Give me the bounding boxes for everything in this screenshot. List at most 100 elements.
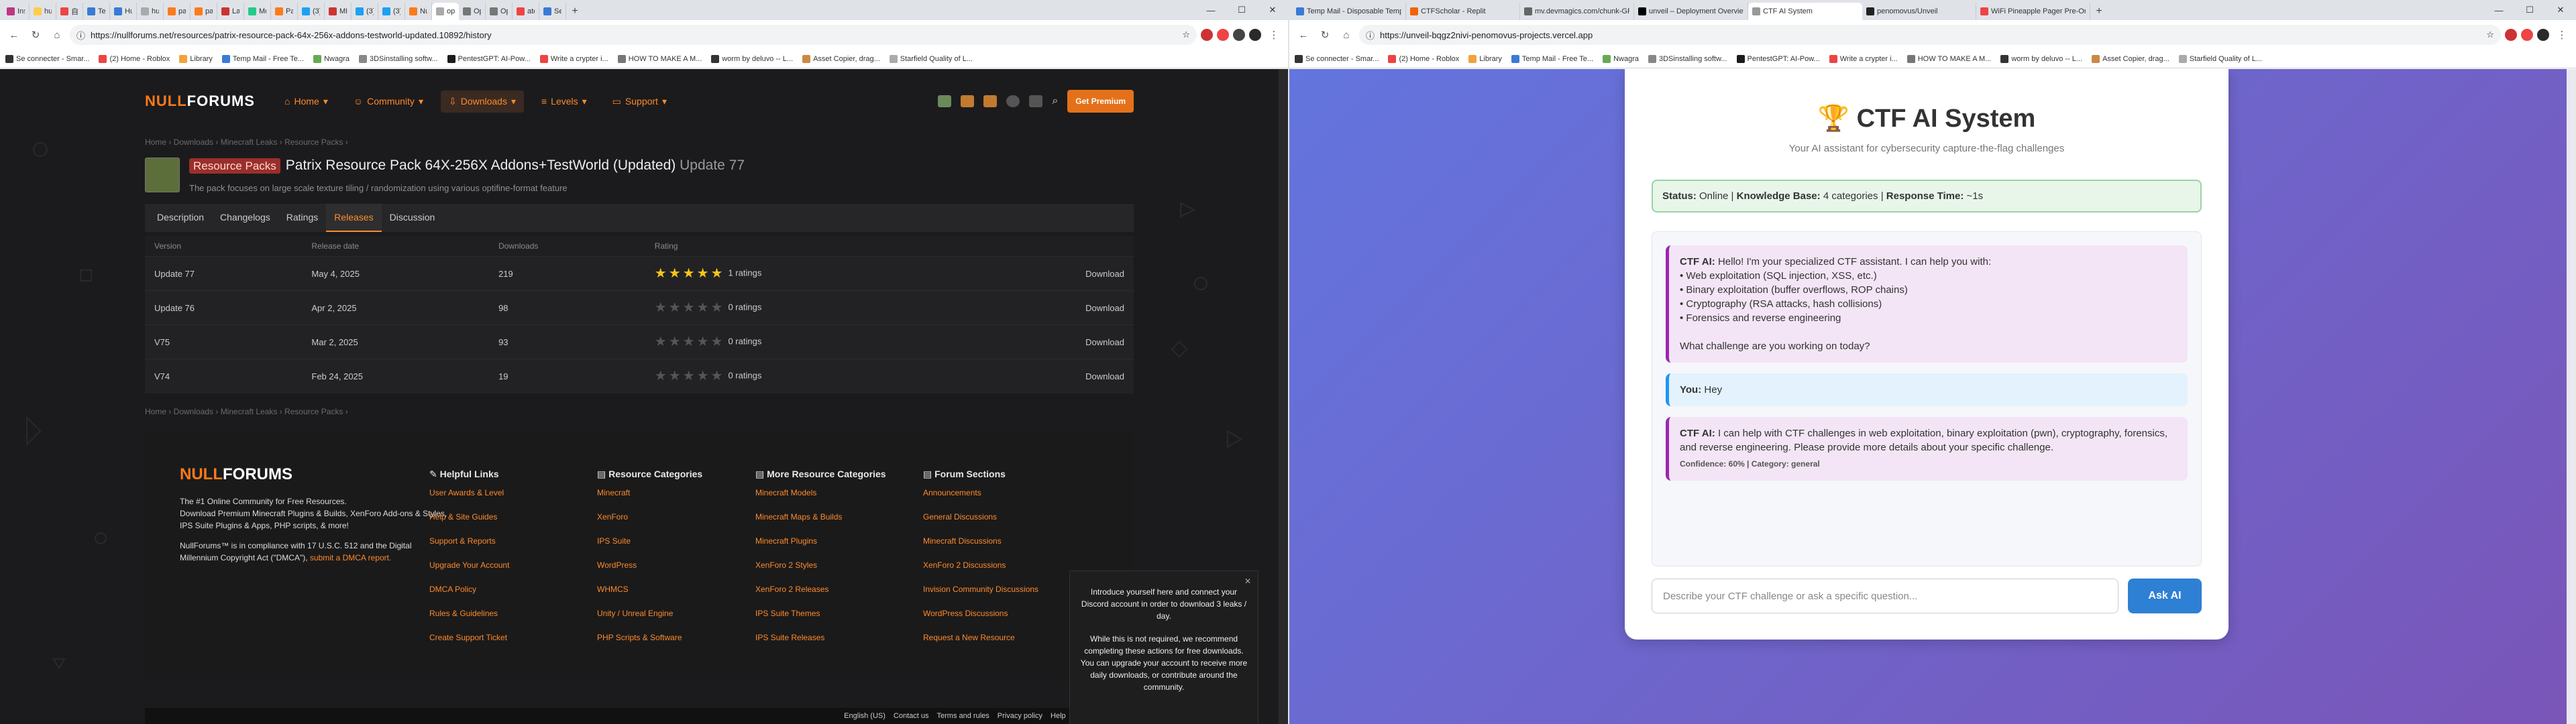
browser-tab[interactable]: hug [30, 3, 56, 20]
browser-tab[interactable]: MEI [325, 3, 352, 20]
category-badge[interactable]: Resource Packs [189, 158, 280, 174]
bookmark-item[interactable]: Write a crypter i... [539, 54, 608, 63]
inbox-icon[interactable] [961, 95, 975, 107]
bookmark-item[interactable]: Library [1468, 54, 1502, 63]
alerts-icon[interactable] [983, 95, 998, 107]
browser-tab[interactable]: mv.devmagics.com/chunk-GP4F [1520, 3, 1634, 20]
bookmark-item[interactable]: HOW TO MAKE A M... [1907, 54, 1991, 63]
menu-icon[interactable]: ⋮ [2553, 26, 2571, 44]
scrollbar[interactable] [1279, 69, 1288, 724]
tab-changelogs[interactable]: Changelogs [212, 204, 278, 232]
browser-tab[interactable]: Tem [83, 3, 110, 20]
extension-icon[interactable] [2505, 29, 2517, 41]
footer-link[interactable]: Upgrade Your Account [429, 560, 509, 570]
footer-link[interactable]: IPS Suite Themes [755, 609, 886, 618]
close-icon[interactable]: ✕ [2545, 0, 2576, 20]
footer-link[interactable]: Rules & Guidelines [429, 609, 509, 618]
bookmark-item[interactable]: Starfield Quality of L... [889, 54, 973, 63]
new-tab-icon[interactable]: + [566, 3, 584, 20]
footer-link[interactable]: User Awards & Level [429, 488, 509, 497]
nav-home[interactable]: ⌂ Home ▾ [276, 90, 336, 113]
bookmark-item[interactable]: (2) Home - Roblox [1388, 54, 1459, 63]
footer-link[interactable]: Minecraft Discussions [923, 536, 1038, 546]
dmca-link[interactable]: submit a DMCA report. [310, 553, 391, 562]
bookmark-item[interactable]: Temp Mail - Free Te... [221, 54, 304, 63]
footer-link[interactable]: DMCA Policy [429, 585, 509, 594]
tab-ratings[interactable]: Ratings [278, 204, 326, 232]
footer-link[interactable]: Minecraft [597, 488, 702, 497]
footer-link[interactable]: Create Support Ticket [429, 633, 509, 642]
browser-tab[interactable]: WiFi Pineapple Pager Pre-Order [1976, 3, 2090, 20]
footer-link[interactable]: WordPress Discussions [923, 609, 1038, 618]
get-premium-button[interactable]: Get Premium [1067, 90, 1134, 113]
nav-downloads[interactable]: ⇩ Downloads ▾ [440, 90, 524, 113]
minimize-icon[interactable]: — [2483, 0, 2514, 20]
footer-link[interactable]: Minecraft Maps & Builds [755, 512, 886, 522]
bookmark-star-icon[interactable]: ☆ [2486, 29, 2494, 40]
bookmark-item[interactable]: 3DSinstalling softw... [1648, 54, 1727, 63]
browser-tab[interactable]: unveil – Deployment Overview [1634, 3, 1748, 20]
bookmark-item[interactable]: 3DSinstalling softw... [359, 54, 438, 63]
browser-tab[interactable]: (3) f [298, 3, 325, 20]
footer-link[interactable]: PHP Scripts & Software [597, 633, 702, 642]
extension-icon[interactable] [2521, 29, 2533, 41]
footer-link[interactable]: Help [1051, 712, 1066, 720]
breadcrumb[interactable]: Home › Downloads › Minecraft Leaks › Res… [145, 133, 1134, 151]
browser-tab[interactable]: (3) F [378, 3, 405, 20]
bookmark-item[interactable]: worm by deluvo -- L... [711, 54, 793, 63]
footer-link[interactable]: WHMCS [597, 585, 702, 594]
browser-tab[interactable]: penomovus/Unveil [1862, 3, 1976, 20]
nav-levels[interactable]: ≡ Levels ▾ [533, 90, 595, 113]
footer-link[interactable]: IPS Suite [597, 536, 702, 546]
footer-link[interactable]: Request a New Resource [923, 633, 1038, 642]
profile-avatar[interactable] [2537, 29, 2549, 41]
theme-icon[interactable] [1006, 95, 1020, 107]
close-icon[interactable]: ✕ [1244, 575, 1251, 587]
footer-link[interactable]: Announcements [923, 488, 1038, 497]
minimize-icon[interactable]: — [1195, 0, 1226, 20]
discord-icon[interactable] [1029, 95, 1043, 107]
chat-log[interactable]: CTF AI: Hello! I'm your specialized CTF … [1652, 231, 2202, 566]
download-link[interactable]: Download [980, 324, 1134, 359]
question-input[interactable]: Describe your CTF challenge or ask a spe… [1652, 579, 2118, 613]
bookmark-item[interactable]: (2) Home - Roblox [99, 54, 170, 63]
back-icon[interactable]: ← [5, 26, 23, 44]
extension-icon[interactable] [1233, 29, 1245, 41]
download-link[interactable]: Download [980, 290, 1134, 325]
browser-tab[interactable]: La v [217, 3, 244, 20]
browser-tab[interactable]: Insta [3, 3, 30, 20]
footer-link[interactable]: General Discussions [923, 512, 1038, 522]
close-icon[interactable]: ✕ [1257, 0, 1288, 20]
bookmark-item[interactable]: worm by deluvo -- L... [2000, 54, 2082, 63]
footer-link[interactable]: English (US) [844, 712, 885, 720]
back-icon[interactable]: ← [1295, 26, 1312, 44]
browser-tab[interactable]: ates [513, 3, 539, 20]
extension-icon[interactable] [1217, 29, 1229, 41]
browser-tab[interactable]: Mod [244, 3, 271, 20]
reload-icon[interactable]: ↻ [1316, 26, 1334, 44]
browser-tab[interactable]: hun [137, 3, 164, 20]
footer-link[interactable]: Terms and rules [937, 712, 989, 720]
scrollbar[interactable] [2567, 69, 2576, 724]
home-icon[interactable]: ⌂ [1338, 26, 1355, 44]
browser-tab[interactable]: Opti [486, 3, 513, 20]
browser-tab[interactable]: 自然 [56, 3, 83, 20]
browser-tab[interactable]: Null [405, 3, 432, 20]
footer-link[interactable]: Minecraft Plugins [755, 536, 886, 546]
profile-avatar[interactable] [1249, 29, 1261, 41]
search-icon[interactable]: ⌕ [1052, 95, 1058, 107]
footer-link[interactable]: Help & Site Guides [429, 512, 509, 522]
bookmark-item[interactable]: PentestGPT: AI-Pow... [1736, 54, 1820, 63]
bookmark-item[interactable]: Asset Copier, drag... [802, 54, 880, 63]
bookmark-item[interactable]: Nwagra [1603, 54, 1639, 63]
menu-icon[interactable]: ⋮ [1265, 26, 1283, 44]
tab-description[interactable]: Description [149, 204, 212, 232]
browser-tab[interactable]: (3) f [352, 3, 378, 20]
browser-tab[interactable]: Temp Mail - Disposable Temporar [1292, 3, 1406, 20]
browser-tab[interactable]: CTF AI System [1748, 3, 1862, 20]
footer-link[interactable]: WordPress [597, 560, 702, 570]
maximize-icon[interactable]: ☐ [1226, 0, 1257, 20]
address-bar[interactable]: ⓘ https://unveil-bqgz2nivi-penomovus-proj… [1359, 25, 2501, 45]
shop-icon[interactable] [938, 95, 952, 107]
home-icon[interactable]: ⌂ [48, 26, 66, 44]
